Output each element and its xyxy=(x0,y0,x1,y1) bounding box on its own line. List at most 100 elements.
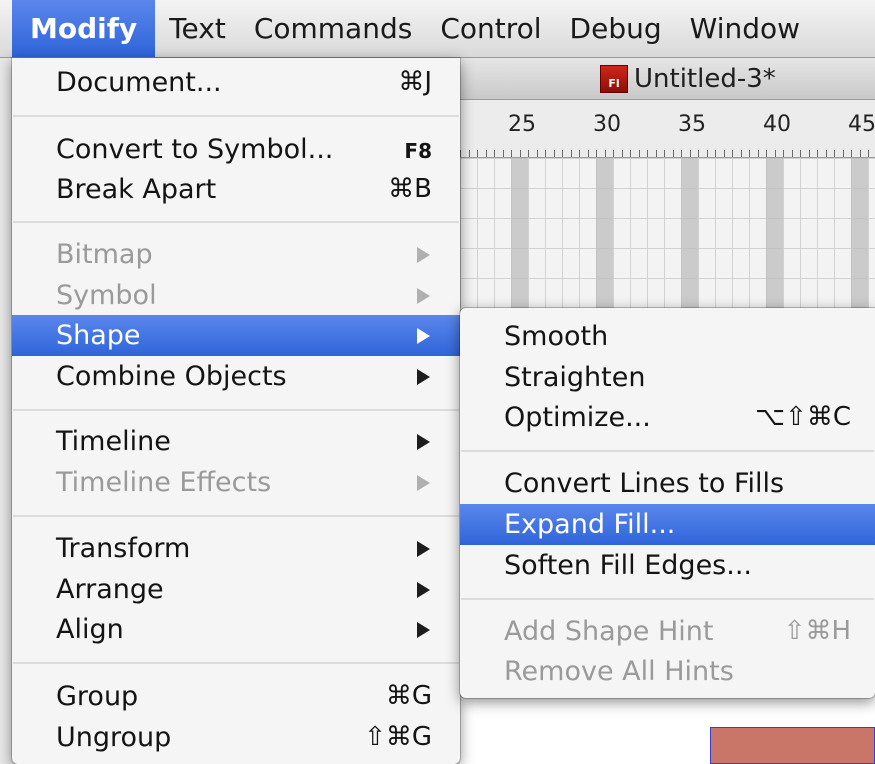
ruler-tick xyxy=(460,150,461,157)
menu-item-label: Straighten xyxy=(504,362,646,393)
menu-item-label: Break Apart xyxy=(56,174,217,205)
menu-item-combine-objects[interactable]: Combine Objects xyxy=(12,356,460,397)
menu-item-label: Soften Fill Edges... xyxy=(504,550,752,581)
menu-separator xyxy=(13,662,459,664)
ruler-tick xyxy=(825,150,827,157)
ruler-tick xyxy=(553,150,555,157)
grid-band xyxy=(851,158,868,308)
ruler-tick xyxy=(689,150,691,157)
ruler-tick xyxy=(859,150,861,157)
ruler-tick xyxy=(485,150,487,157)
ruler-label: 25 xyxy=(508,112,536,137)
submenu-arrow-icon xyxy=(417,434,430,450)
menu-item-label: Align xyxy=(56,614,124,645)
menu-bar: Modify Text Commands Control Debug Windo… xyxy=(0,0,875,58)
ruler-tick xyxy=(519,150,521,157)
ruler-tick xyxy=(774,150,776,157)
menu-separator xyxy=(13,409,459,411)
menubar-debug[interactable]: Debug xyxy=(556,0,676,57)
menu-item-soften-fill-edges[interactable]: Soften Fill Edges... xyxy=(460,545,875,586)
ruler-tick xyxy=(630,150,631,157)
menu-item-label: Arrange xyxy=(56,574,164,605)
menu-item-arrange[interactable]: Arrange xyxy=(12,569,460,610)
ruler-tick xyxy=(732,150,733,157)
menu-item-remove-all-hints[interactable]: Remove All Hints xyxy=(460,651,875,692)
submenu-arrow-icon xyxy=(417,622,430,638)
ruler-tick xyxy=(579,150,580,157)
menubar-control[interactable]: Control xyxy=(426,0,555,57)
menu-item-align[interactable]: Align xyxy=(12,609,460,650)
grid-band xyxy=(681,158,698,308)
ruler-tick xyxy=(723,150,725,157)
flash-document-icon: Fl xyxy=(600,65,628,93)
document-title-text: Untitled-3* xyxy=(634,64,776,94)
menu-item-timeline[interactable]: Timeline xyxy=(12,421,460,462)
document-title[interactable]: Fl Untitled-3* xyxy=(600,60,776,98)
ruler-tick xyxy=(800,150,801,157)
submenu-arrow-icon xyxy=(417,247,430,263)
menu-item-straighten[interactable]: Straighten xyxy=(460,357,875,398)
menu-item-label: Document... xyxy=(56,67,222,98)
menu-separator xyxy=(461,598,874,600)
menu-item-document[interactable]: Document... ⌘J xyxy=(12,62,460,103)
ruler-tick xyxy=(715,150,716,157)
ruler-tick xyxy=(502,150,504,157)
submenu-arrow-icon xyxy=(417,582,430,598)
menu-item-expand-fill[interactable]: Expand Fill... xyxy=(460,504,875,545)
menu-item-shortcut: F8 xyxy=(404,139,432,163)
menu-item-label: Ungroup xyxy=(56,722,172,753)
menubar-modify[interactable]: Modify xyxy=(12,0,156,57)
ruler-label: 40 xyxy=(763,112,791,137)
menu-separator xyxy=(461,450,874,452)
menu-item-shortcut: ⇧⌘G xyxy=(364,722,432,752)
menu-item-shortcut: ⇧⌘H xyxy=(783,616,851,646)
menu-item-symbol[interactable]: Symbol xyxy=(12,275,460,316)
menu-item-add-shape-hint[interactable]: Add Shape Hint ⇧⌘H xyxy=(460,611,875,652)
menu-separator xyxy=(13,221,459,223)
menubar-commands[interactable]: Commands xyxy=(240,0,427,57)
ruler-label: 30 xyxy=(593,112,621,137)
menu-item-convert-to-symbol[interactable]: Convert to Symbol... F8 xyxy=(12,129,460,170)
menubar-window[interactable]: Window xyxy=(676,0,814,57)
menu-item-timeline-effects[interactable]: Timeline Effects xyxy=(12,462,460,503)
selected-shape[interactable] xyxy=(710,727,875,764)
menu-item-shortcut: ⌘B xyxy=(388,174,432,204)
menu-item-label: Add Shape Hint xyxy=(504,616,714,647)
ruler-tick xyxy=(851,150,852,157)
ruler-tick xyxy=(536,150,538,157)
menu-item-convert-lines-to-fills[interactable]: Convert Lines to Fills xyxy=(460,463,875,504)
ruler-tick xyxy=(749,150,750,157)
menubar-text[interactable]: Text xyxy=(155,0,240,57)
menu-separator xyxy=(13,115,459,117)
menu-item-optimize[interactable]: Optimize... ⌥⇧⌘C xyxy=(460,397,875,438)
menu-item-smooth[interactable]: Smooth xyxy=(460,316,875,357)
ruler-tick xyxy=(494,150,495,157)
menu-item-label: Smooth xyxy=(504,321,609,352)
ruler-tick xyxy=(511,150,512,157)
ruler-tick xyxy=(783,150,784,157)
ruler-tick xyxy=(868,150,869,157)
ruler-tick xyxy=(587,150,589,157)
modify-menu: Document... ⌘J Convert to Symbol... F8 B… xyxy=(12,58,460,764)
menu-item-label: Expand Fill... xyxy=(504,509,676,540)
ruler-tick xyxy=(621,150,623,157)
menu-item-bitmap[interactable]: Bitmap xyxy=(12,234,460,275)
menu-item-label: Timeline xyxy=(56,426,171,457)
ruler-tick xyxy=(757,150,759,157)
menu-item-group[interactable]: Group ⌘G xyxy=(12,676,460,717)
ruler-tick xyxy=(808,150,810,157)
ruler-tick xyxy=(596,150,597,157)
ruler-label: 35 xyxy=(678,112,706,137)
menu-separator xyxy=(13,515,459,517)
menu-item-transform[interactable]: Transform xyxy=(12,528,460,569)
menu-item-break-apart[interactable]: Break Apart ⌘B xyxy=(12,169,460,210)
ruler-tick xyxy=(740,150,742,157)
menu-item-label: Group xyxy=(56,681,139,712)
menu-item-label: Combine Objects xyxy=(56,361,287,392)
stage-timeline-grid[interactable] xyxy=(460,158,875,308)
ruler-tick xyxy=(477,150,478,157)
menu-item-shape[interactable]: Shape xyxy=(12,315,460,356)
menu-item-label: Convert Lines to Fills xyxy=(504,468,785,499)
menu-item-ungroup[interactable]: Ungroup ⇧⌘G xyxy=(12,717,460,758)
menu-item-label: Timeline Effects xyxy=(56,467,272,498)
